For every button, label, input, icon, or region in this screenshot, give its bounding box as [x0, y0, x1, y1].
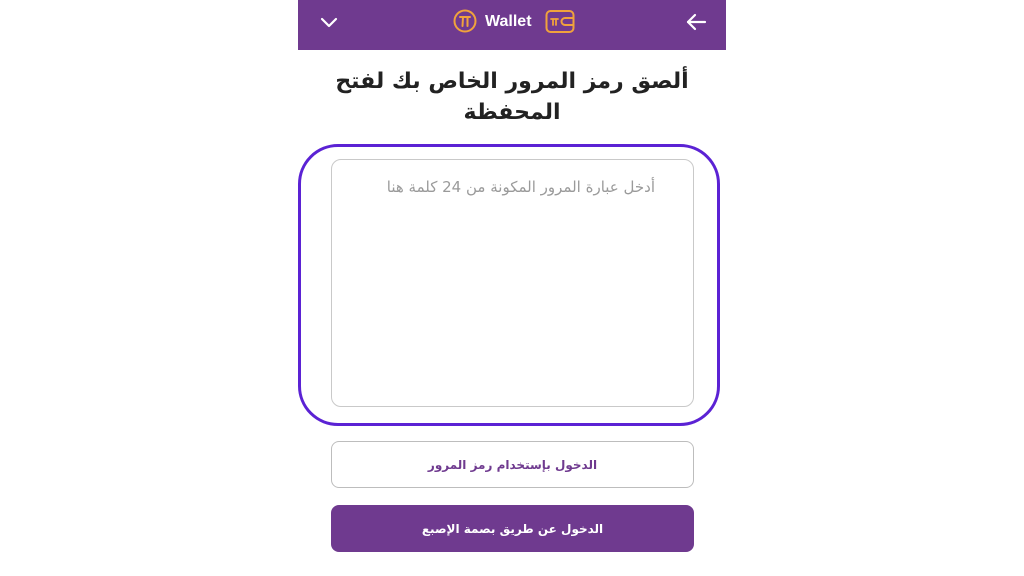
app-title: Wallet [485, 13, 532, 30]
passphrase-login-button[interactable]: الدخول بإستخدام رمز المرور [331, 441, 694, 488]
passphrase-input[interactable]: أدخل عبارة المرور المكونة من 24 كلمة هنا [331, 159, 694, 407]
wallet-icon [545, 10, 575, 33]
app-screen: Wallet ألصق رمز المرور الخاص بك لفتح الم… [298, 0, 726, 576]
passphrase-placeholder: أدخل عبارة المرور المكونة من 24 كلمة هنا [386, 178, 655, 196]
page-title: ألصق رمز المرور الخاص بك لفتح المحفظة [335, 69, 689, 125]
top-bar: Wallet [298, 0, 726, 50]
fingerprint-login-button[interactable]: الدخول عن طريق بصمة الإصبع [331, 505, 694, 552]
pi-logo-icon [453, 9, 477, 33]
passphrase-login-label: الدخول بإستخدام رمز المرور [427, 457, 598, 472]
arrow-back-icon[interactable] [684, 10, 708, 34]
fingerprint-login-label: الدخول عن طريق بصمة الإصبع [421, 521, 604, 536]
chevron-down-icon[interactable] [318, 11, 340, 33]
